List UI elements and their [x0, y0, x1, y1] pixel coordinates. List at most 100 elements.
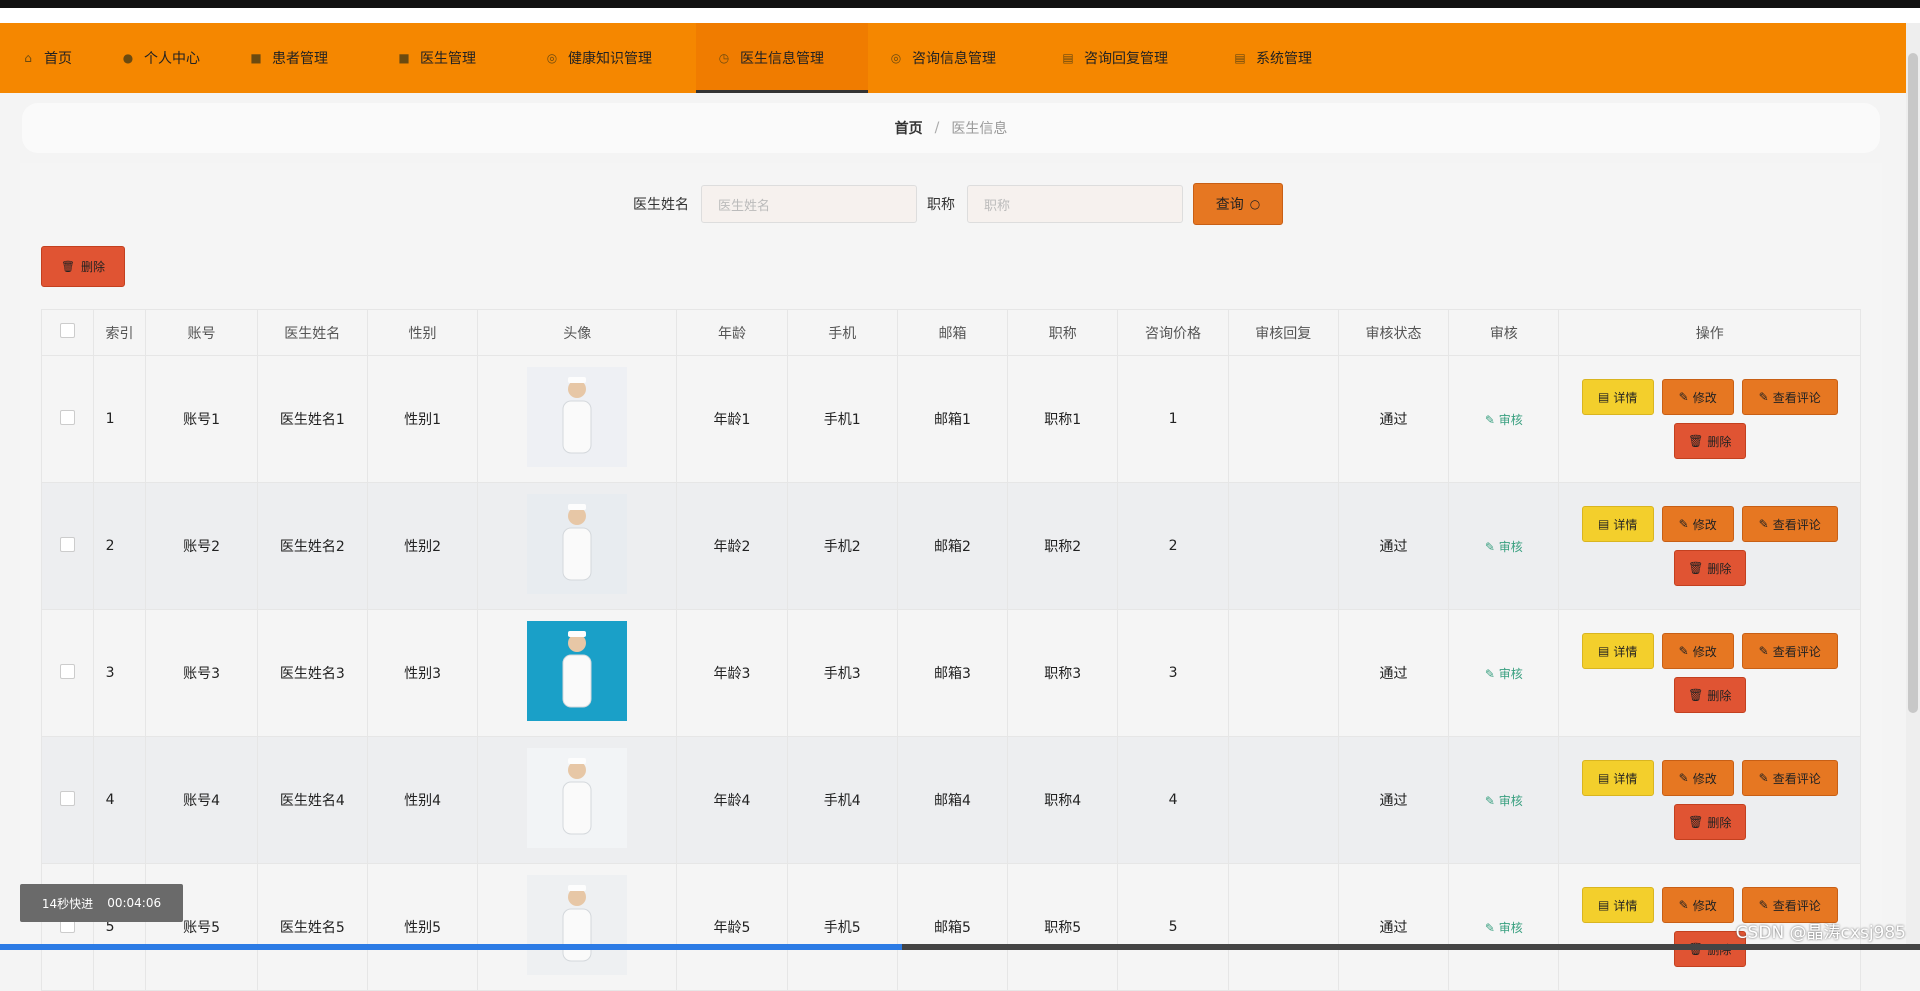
table-row: 1 账号1 医生姓名1 性别1 年龄1 手机1 邮箱1 职称1 1 通过 ✎ 审核 ▤ 详情 ✎ 修改 ✎ 查看…: [41, 355, 1861, 483]
detail-button[interactable]: ▤ 详情: [1581, 887, 1654, 923]
delete-button[interactable]: 🗑删除: [1673, 550, 1746, 586]
cell-email: 邮箱4: [896, 736, 1009, 864]
view-comments-button[interactable]: ✎ 查看评论: [1741, 633, 1838, 669]
row-checkbox[interactable]: [59, 536, 75, 552]
column-header: 医生姓名: [256, 309, 368, 356]
cell-gender: 性别3: [366, 609, 479, 737]
delete-label: 删除: [1707, 434, 1732, 449]
cell-audit: ✎ 审核: [1448, 355, 1560, 483]
playback-toast: 14秒快进 00:04:06: [20, 884, 183, 922]
doc-icon: ▤: [1598, 390, 1610, 404]
doctor-name-input[interactable]: 医生姓名: [701, 185, 917, 223]
view-comments-label: 查看评论: [1772, 517, 1821, 532]
nav-item-5[interactable]: ◷ 医生信息管理: [696, 23, 868, 93]
chat-icon: ■: [398, 51, 410, 65]
audit-link[interactable]: ✎ 审核: [1485, 540, 1523, 554]
cell-age: 年龄1: [676, 355, 788, 483]
nav-item-1[interactable]: ● 个人中心: [100, 23, 228, 93]
column-header: 头像: [477, 309, 678, 356]
nav-item-6[interactable]: ◎ 咨询信息管理: [868, 23, 1040, 93]
row-checkbox-cell: [41, 609, 94, 737]
cell-account: 账号2: [145, 482, 258, 610]
cell-title: 职称2: [1007, 482, 1119, 610]
pencil-icon: ✎: [1758, 517, 1769, 531]
row-checkbox[interactable]: [59, 663, 75, 679]
scrollbar-thumb[interactable]: [1908, 53, 1918, 713]
cell-reply: [1227, 482, 1339, 610]
row-checkbox[interactable]: [59, 409, 75, 425]
search-bar: 医生姓名 医生姓名 职称 职称 查询 ○: [0, 183, 1906, 225]
edit-icon: ✎: [1484, 920, 1499, 935]
nav-item-0[interactable]: ⌂ 首页: [0, 23, 100, 93]
column-header: [41, 309, 94, 356]
pencil-icon: ✎: [1678, 517, 1689, 531]
cell-ops: ▤详情✎修改✎查看评论 🗑删除: [1558, 355, 1861, 483]
breadcrumb-separator: /: [934, 120, 940, 136]
view-comments-button[interactable]: ✎ 查看评论: [1741, 379, 1838, 415]
cell-avatar: [477, 355, 678, 483]
breadcrumb-home[interactable]: 首页: [895, 118, 923, 138]
cell-title: 职称5: [1007, 863, 1119, 991]
nav-item-4[interactable]: ◎ 健康知识管理: [524, 23, 696, 93]
home-icon: ⌂: [24, 51, 32, 65]
row-checkbox-cell: [41, 482, 94, 610]
cell-email: 邮箱5: [896, 863, 1009, 991]
breadcrumb-current: 医生信息: [951, 121, 1008, 137]
cell-account: 账号1: [145, 355, 258, 483]
cell-avatar: [477, 736, 678, 864]
batch-delete-button[interactable]: 🗑 删除: [41, 246, 125, 287]
cell-email: 邮箱1: [896, 355, 1009, 483]
nav-item-8[interactable]: ▤ 系统管理: [1212, 23, 1362, 93]
detail-button[interactable]: ▤ 详情: [1581, 633, 1654, 669]
delete-button[interactable]: 🗑删除: [1673, 804, 1746, 840]
cell-reply: [1227, 863, 1339, 991]
cell-age: 年龄2: [676, 482, 788, 610]
audit-link[interactable]: ✎ 审核: [1485, 794, 1523, 808]
query-button[interactable]: 查询 ○: [1193, 183, 1283, 225]
delete-label: 删除: [1707, 815, 1732, 830]
detail-button[interactable]: ▤ 详情: [1581, 379, 1654, 415]
view-comments-button[interactable]: ✎ 查看评论: [1741, 506, 1838, 542]
delete-button[interactable]: 🗑删除: [1673, 423, 1746, 459]
edit-button[interactable]: ✎ 修改: [1661, 379, 1734, 415]
nav-item-7[interactable]: ▤ 咨询回复管理: [1040, 23, 1212, 93]
vertical-scrollbar[interactable]: [1906, 23, 1920, 950]
cell-phone: 手机3: [786, 609, 898, 737]
edit-button[interactable]: ✎ 修改: [1661, 633, 1734, 669]
row-checkbox[interactable]: [59, 790, 75, 806]
detail-button[interactable]: ▤ 详情: [1581, 760, 1654, 796]
nav-item-2[interactable]: ■ 患者管理: [228, 23, 376, 93]
top-nav: ⌂ 首页 ● 个人中心 ■ 患者管理 ■ 医生管理 ◎ 健康知识管理 ◷ 医生信息管理 ◎ 咨询信息管理 ▤…: [0, 23, 1906, 93]
audit-link[interactable]: ✎ 审核: [1485, 921, 1523, 935]
audit-link[interactable]: ✎ 审核: [1485, 667, 1523, 681]
cell-status: 通过: [1337, 482, 1450, 610]
title-label: 职称: [927, 197, 955, 213]
cell-status: 通过: [1337, 609, 1450, 737]
trash-icon: 🗑: [61, 260, 75, 273]
cell-name: 医生姓名1: [256, 355, 368, 483]
nav-item-3[interactable]: ■ 医生管理: [376, 23, 524, 93]
detail-button[interactable]: ▤ 详情: [1581, 506, 1654, 542]
audit-link[interactable]: ✎ 审核: [1485, 413, 1523, 427]
clock-icon: ◷: [718, 51, 730, 65]
cell-audit: ✎ 审核: [1448, 609, 1560, 737]
row-checkbox-cell: [41, 736, 94, 864]
column-header: 职称: [1007, 309, 1119, 356]
breadcrumb: 首页 / 医生信息: [22, 103, 1880, 153]
cell-age: 年龄5: [676, 863, 788, 991]
view-comments-button[interactable]: ✎ 查看评论: [1741, 760, 1838, 796]
edit-button[interactable]: ✎ 修改: [1661, 760, 1734, 796]
cell-audit: ✎ 审核: [1448, 863, 1560, 991]
select-all-checkbox[interactable]: [59, 323, 75, 338]
edit-button[interactable]: ✎ 修改: [1661, 887, 1734, 923]
nav-item-label: 首页: [44, 51, 72, 67]
cell-price: 4: [1117, 736, 1229, 864]
pencil-icon: ✎: [1758, 771, 1769, 785]
doc-icon: ▤: [1598, 644, 1610, 658]
title-input[interactable]: 职称: [967, 185, 1183, 223]
playback-progress[interactable]: [0, 944, 1920, 950]
nav-item-label: 患者管理: [272, 51, 328, 67]
delete-button[interactable]: 🗑删除: [1673, 677, 1746, 713]
trash-icon: 🗑: [1688, 434, 1704, 448]
edit-button[interactable]: ✎ 修改: [1661, 506, 1734, 542]
